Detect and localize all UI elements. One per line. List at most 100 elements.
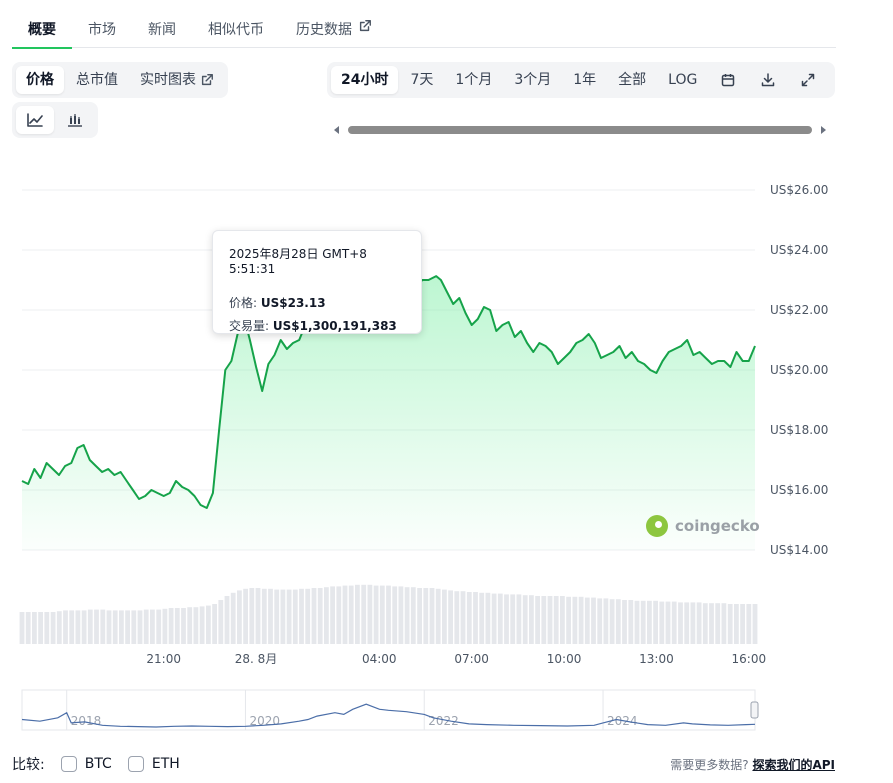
volume-bar	[615, 599, 621, 644]
volume-bar	[410, 587, 416, 644]
price-chart[interactable]: US$14.00 US$16.00 US$18.00 US$20.00 US$22.00…	[0, 150, 893, 750]
volume-bar	[87, 609, 93, 644]
volume-bar	[69, 610, 75, 644]
volume-bar	[218, 600, 224, 644]
time-scrollbar[interactable]	[332, 124, 828, 136]
tab-news[interactable]: 新闻	[132, 8, 192, 48]
volume-bar	[361, 584, 367, 644]
volume-bar	[373, 585, 379, 644]
line-chart-button[interactable]	[16, 106, 54, 134]
volume-bar	[143, 609, 149, 644]
watermark-text: coingecko	[675, 517, 760, 535]
volume-bar	[404, 587, 410, 644]
volume-bar	[32, 612, 37, 644]
external-link-icon	[359, 20, 371, 32]
range-1m-button[interactable]: 1个月	[445, 66, 502, 94]
volume-bar	[187, 607, 193, 644]
volume-bar	[547, 596, 553, 644]
external-link-icon	[201, 74, 213, 86]
navigator-handle[interactable]	[750, 701, 759, 719]
volume-bar	[665, 601, 671, 644]
x-axis: 21:00 28. 8月 04:00 07:00 10:00 13:00 16:00	[146, 652, 766, 666]
range-log-button[interactable]: LOG	[658, 66, 707, 94]
navigator[interactable]: 2018 2020 2022 2024	[21, 689, 759, 731]
x-tick-label: 28. 8月	[235, 652, 278, 666]
scroll-left-arrow[interactable]	[334, 126, 339, 134]
range-3m-button[interactable]: 3个月	[504, 66, 561, 94]
compare-eth-checkbox[interactable]: ETH	[127, 756, 180, 772]
volume-bar	[529, 595, 534, 644]
range-1m-label: 1个月	[455, 72, 493, 88]
checkbox-box[interactable]	[127, 756, 144, 772]
tab-historical-data-label: 历史数据	[296, 22, 352, 38]
compare-btc-label: BTC	[84, 756, 112, 772]
volume-bar	[168, 608, 174, 644]
range-24h-button[interactable]: 24小时	[331, 66, 399, 94]
checkbox-box[interactable]	[60, 756, 77, 772]
tooltip-volume-label: 交易量:	[229, 319, 270, 333]
y-tick-label: US$22.00	[770, 303, 828, 317]
volume-bar	[435, 588, 441, 644]
volume-bar	[237, 590, 242, 644]
compare-btc-checkbox[interactable]: BTC	[60, 756, 112, 772]
calendar-button[interactable]	[709, 66, 747, 94]
volume-bar	[156, 609, 162, 644]
tab-news-label: 新闻	[148, 22, 176, 38]
coingecko-logo-icon	[646, 515, 668, 537]
tab-historical-data[interactable]: 历史数据	[280, 8, 388, 48]
volume-bar	[448, 590, 453, 644]
mode-market-cap-button[interactable]: 总市值	[66, 66, 128, 94]
y-axis: US$14.00 US$16.00 US$18.00 US$20.00 US$22.00…	[770, 183, 828, 557]
range-1y-button[interactable]: 1年	[563, 66, 606, 94]
volume-bar	[417, 588, 422, 644]
volume-bar	[740, 604, 745, 644]
volume-bar	[553, 596, 559, 644]
volume-bar	[634, 600, 640, 644]
compare-eth-label: ETH	[151, 756, 180, 772]
range-all-button[interactable]: 全部	[608, 66, 656, 94]
volume-bar	[671, 601, 677, 644]
tab-markets-label: 市场	[88, 22, 116, 38]
range-24h-label: 24小时	[341, 72, 389, 88]
download-button[interactable]	[749, 66, 787, 94]
volume-bar	[324, 587, 329, 644]
x-tick-label: 21:00	[146, 652, 181, 666]
mode-price-button[interactable]: 价格	[16, 66, 64, 94]
tooltip-volume-row: 交易量: US$1,300,191,383	[229, 317, 405, 334]
volume-bar	[442, 589, 447, 644]
range-7d-button[interactable]: 7天	[400, 66, 443, 94]
explore-api-link[interactable]: 探索我们的API	[752, 758, 835, 772]
tab-overview[interactable]: 概要	[12, 8, 72, 49]
volume-bar	[485, 592, 491, 644]
mode-price-label: 价格	[26, 72, 54, 88]
volume-bar	[119, 610, 124, 644]
volume-bar	[379, 585, 385, 644]
chart-tooltip: 2025年8月28日 GMT+8 5:51:31 价格: US$23.13 交易…	[212, 230, 422, 334]
volume-bar	[81, 610, 87, 644]
volume-bar	[460, 591, 466, 644]
scroll-thumb[interactable]	[348, 126, 812, 134]
volume-bar	[230, 592, 236, 644]
tab-similar-coins[interactable]: 相似代币	[192, 8, 280, 48]
tab-markets[interactable]: 市场	[72, 8, 132, 48]
volume-bar	[578, 596, 584, 644]
tab-overview-label: 概要	[28, 22, 56, 38]
scroll-right-arrow[interactable]	[821, 126, 826, 134]
volume-bar	[591, 597, 596, 644]
volume-bar	[38, 612, 43, 644]
volume-bar	[491, 593, 497, 644]
download-icon	[762, 73, 775, 87]
volume-bar	[727, 604, 733, 644]
volume-bar	[150, 609, 155, 644]
navigator-year-label: 2018	[71, 714, 102, 728]
x-tick-label: 07:00	[454, 652, 489, 666]
range-all-label: 全部	[618, 72, 647, 88]
volume-bar	[653, 600, 658, 644]
fullscreen-button[interactable]	[789, 66, 827, 94]
x-tick-label: 10:00	[547, 652, 582, 666]
mode-live-chart-button[interactable]: 实时图表	[130, 66, 224, 94]
volume-bar	[348, 585, 354, 644]
volume-bar	[224, 596, 230, 644]
volume-bar	[299, 588, 304, 644]
candlestick-chart-button[interactable]	[56, 106, 94, 134]
